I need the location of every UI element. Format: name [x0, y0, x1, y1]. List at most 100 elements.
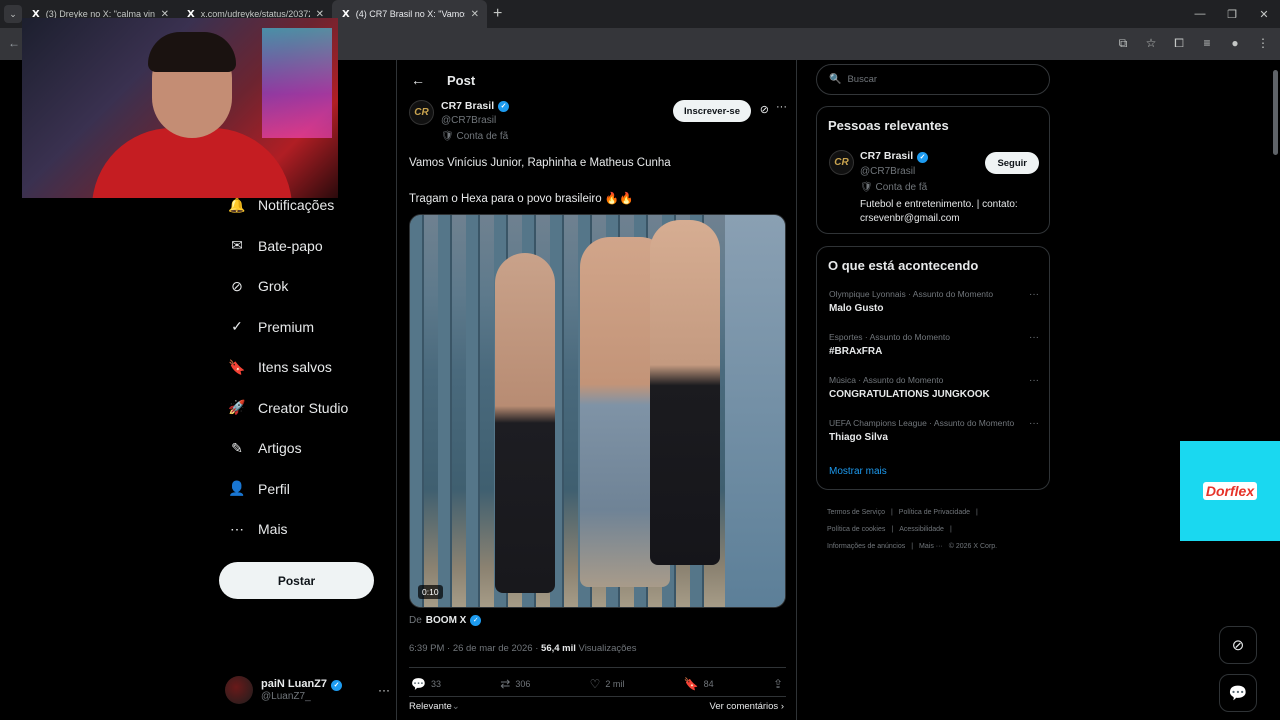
heart-icon: ♡ [589, 677, 601, 691]
more-icon[interactable]: ··· [1029, 289, 1039, 300]
account-handle: @LuanZ7_ [261, 691, 311, 702]
sort-replies[interactable]: Relevante⌄ [409, 701, 460, 712]
footer-links: Termos de Serviço | Política de Privacidad… [827, 504, 1027, 555]
more-icon[interactable]: ··· [1029, 332, 1039, 343]
author-handle[interactable]: @CR7Brasil [441, 115, 496, 126]
rgb-light [262, 28, 332, 138]
footer-link[interactable]: Mais ··· [919, 543, 943, 550]
sidebar-item-grok[interactable]: ⊘ Grok [218, 266, 388, 307]
sidebar-item-premium[interactable]: ✓ Premium [218, 307, 388, 348]
bell-icon: 🔔 [228, 196, 246, 213]
browser-back-icon[interactable]: ← [8, 36, 20, 50]
media-icon[interactable]: ≡ [1198, 36, 1216, 51]
restore-icon[interactable]: ❐ [1216, 0, 1248, 28]
verified-badge-icon: ✓ [498, 100, 510, 112]
profile-avatar-icon[interactable]: ● [1226, 36, 1244, 51]
verified-badge-icon: ✓ [470, 615, 482, 626]
avatar[interactable]: CR [409, 100, 434, 125]
post-button[interactable]: Postar [219, 562, 374, 599]
trend-item[interactable]: Olympique Lyonnais · Assunto do Momento … [829, 289, 1039, 314]
post-actions: 💬 33 ⇄ 306 ♡ 2 mil 🔖 84 ⇪ [411, 677, 783, 691]
reply-count: 33 [430, 679, 441, 689]
bookmark-button[interactable]: 🔖 84 [684, 677, 714, 691]
browser-tab-3[interactable]: X (4) CR7 Brasil no X: "Vamos Vini ✕ [332, 0, 487, 28]
sidebar-item-more[interactable]: ⋯ Mais [218, 509, 388, 550]
repost-button[interactable]: ⇄ 306 [500, 677, 530, 691]
avatar [225, 676, 253, 704]
sidebar-item-creator-studio[interactable]: 🚀 Creator Studio [218, 388, 388, 429]
ad-banner[interactable]: Dorflex [1180, 441, 1280, 541]
follow-button[interactable]: Seguir [985, 152, 1039, 174]
source-name[interactable]: BOOM X [426, 615, 467, 626]
trend-name: #BRAxFRA [829, 346, 883, 357]
install-app-icon[interactable]: ⧉ [1114, 36, 1132, 51]
share-button[interactable]: ⇪ [773, 677, 783, 691]
see-comments-link[interactable]: Ver comentários › [710, 701, 784, 712]
extensions-icon[interactable]: ⧠ [1170, 36, 1188, 51]
post-header: ← Post [411, 70, 475, 90]
premium-icon: ✓ [231, 318, 243, 335]
sidebar-item-label: Artigos [258, 440, 302, 457]
webcam-overlay [22, 18, 338, 198]
search-input[interactable]: 🔍 Buscar [816, 64, 1050, 95]
fan-label-text: Conta de fã [875, 182, 928, 193]
tab-search-button[interactable]: ⌄ [4, 5, 22, 23]
articles-icon: ✎ [231, 439, 243, 456]
close-icon[interactable]: ✕ [471, 9, 479, 20]
more-icon[interactable]: ··· [1029, 418, 1039, 429]
post-video[interactable]: 0:10 [409, 214, 786, 608]
window-controls: — ❐ ✕ [1184, 0, 1280, 28]
avatar[interactable]: CR [829, 150, 854, 175]
sidebar-item-notifications[interactable]: 🔔 Notificações [218, 185, 388, 226]
grok-icon[interactable]: ⊘ [760, 103, 769, 116]
sidebar-item-label: Perfil [258, 480, 290, 497]
author-name-row[interactable]: CR7 Brasil ✓ [441, 100, 510, 112]
relevant-bio-2: crsevenbr@gmail.com [860, 213, 960, 224]
repost-count: 306 [515, 679, 531, 689]
close-window-icon[interactable]: ✕ [1248, 0, 1280, 28]
ad-brand: Dorflex [1202, 482, 1258, 500]
fan-label-text: Conta de fã [456, 131, 509, 142]
sidebar-item-label: Premium [258, 318, 315, 335]
grok-fab-button[interactable]: ⊘ [1219, 626, 1257, 664]
card-title: Pessoas relevantes [828, 118, 949, 133]
shield-icon: 🛡 [441, 131, 457, 142]
footer-link[interactable]: Política de cookies [827, 526, 885, 533]
relevant-handle[interactable]: @CR7Brasil [860, 166, 915, 177]
more-icon[interactable]: ··· [776, 101, 787, 113]
account-switcher[interactable]: paiN LuanZ7 ✓ @LuanZ7_ ··· [225, 672, 390, 708]
star-icon[interactable]: ☆ [1142, 36, 1160, 51]
wall [725, 215, 785, 607]
profile-icon: 👤 [228, 480, 246, 497]
divider [409, 696, 786, 697]
trend-item[interactable]: UEFA Champions League · Assunto do Momen… [829, 418, 1039, 443]
show-more-link[interactable]: Mostrar mais [829, 466, 887, 477]
browser-menu-icon[interactable]: ⋮ [1254, 36, 1272, 51]
footer-link[interactable]: Acessibilidade [899, 526, 944, 533]
trend-item[interactable]: Esportes · Assunto do Momento #BRAxFRA ·… [829, 332, 1039, 357]
footer-link[interactable]: Política de Privacidade [899, 509, 970, 516]
chat-fab-button[interactable]: 💬 [1219, 674, 1257, 712]
page-title: Post [447, 72, 476, 88]
trend-meta: Olympique Lyonnais · Assunto do Momento [829, 289, 994, 299]
sidebar-item-label: Notificações [258, 197, 335, 214]
more-icon[interactable]: ··· [1029, 375, 1039, 386]
sidebar-item-articles[interactable]: ✎ Artigos [218, 428, 388, 469]
footer-link[interactable]: Informações de anúncios [827, 543, 905, 550]
reply-button[interactable]: 💬 33 [411, 677, 441, 691]
fence-board [438, 215, 452, 607]
sidebar-item-bookmarks[interactable]: 🔖 Itens salvos [218, 347, 388, 388]
scrollbar[interactable] [1273, 70, 1278, 155]
like-button[interactable]: ♡ 2 mil [590, 677, 625, 691]
new-tab-button[interactable]: + [493, 5, 502, 23]
sidebar-item-profile[interactable]: 👤 Perfil [218, 469, 388, 510]
trend-item[interactable]: Música · Assunto do Momento CONGRATULATI… [829, 375, 1039, 400]
back-arrow-icon[interactable]: ← [411, 72, 425, 88]
sidebar-item-chat[interactable]: ✉ Bate-papo [218, 226, 388, 267]
footer-link[interactable]: Termos de Serviço [827, 509, 885, 516]
post-timestamp[interactable]: 6:39 PM · 26 de mar de 2026 · [409, 643, 538, 654]
minimize-icon[interactable]: — [1184, 0, 1216, 28]
relevant-name-row[interactable]: CR7 Brasil ✓ [860, 150, 929, 163]
subscribe-button[interactable]: Inscrever-se [673, 100, 751, 122]
more-icon[interactable]: ··· [378, 683, 390, 697]
